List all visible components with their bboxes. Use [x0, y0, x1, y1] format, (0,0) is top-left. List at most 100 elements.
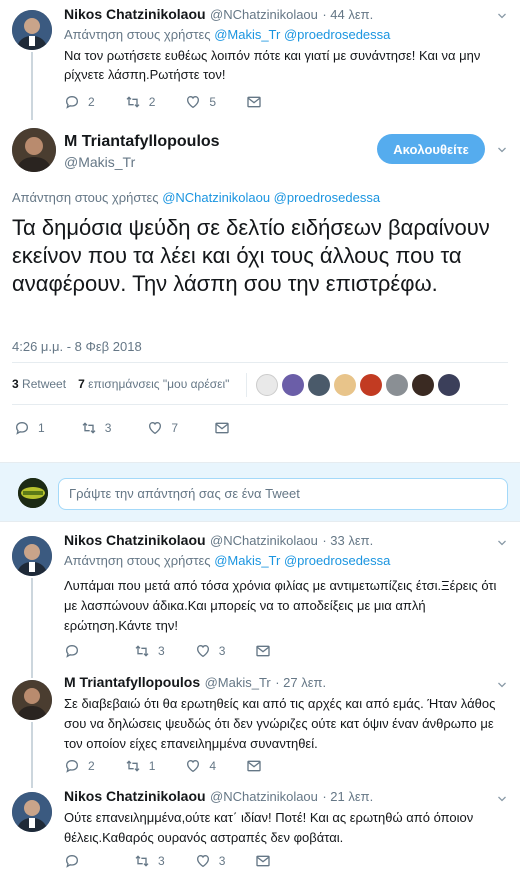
retweet-button[interactable]: 2 — [125, 94, 156, 110]
tweet-timestamp[interactable]: 4:26 μ.μ. - 8 Φεβ 2018 — [12, 339, 142, 354]
tweet-stats: 3 Retweet 7 επισημάνσεις "μου αρέσει" — [12, 377, 229, 391]
author-name[interactable]: Nikos Chatzinikolaou — [64, 532, 206, 548]
author-handle[interactable]: @NChatzinikolaou — [210, 533, 318, 548]
like-button[interactable]: 3 — [195, 643, 226, 659]
author-name[interactable]: Nikos Chatzinikolaou — [64, 788, 206, 804]
author-handle[interactable]: @Makis_Tr — [64, 154, 135, 170]
like-count: 4 — [209, 759, 217, 773]
liker-avatar[interactable] — [334, 374, 356, 396]
envelope-icon — [246, 94, 262, 110]
tweet-time[interactable]: · 44 λεπ. — [322, 7, 373, 22]
tweet-time[interactable]: · 27 λεπ. — [275, 675, 326, 690]
chevron-down-icon[interactable] — [496, 10, 508, 22]
reply-button[interactable]: 2 — [64, 758, 95, 774]
reply-button[interactable] — [64, 853, 88, 869]
likes-stat[interactable]: 7 επισημάνσεις "μου αρέσει" — [78, 377, 229, 391]
retweet-count: 3 — [104, 421, 112, 435]
retweet-button[interactable]: 3 — [134, 643, 165, 659]
dm-button[interactable] — [255, 643, 279, 659]
heart-icon — [195, 853, 211, 869]
likes-stat-count: 7 — [78, 377, 85, 391]
reply-button[interactable]: 2 — [64, 94, 95, 110]
follow-button[interactable]: Ακολουθείτε — [377, 134, 485, 164]
dm-button[interactable] — [255, 853, 279, 869]
tweet-header: Nikos Chatzinikolaou @NChatzinikolaou · … — [64, 6, 373, 24]
tweet-header: Nikos Chatzinikolaou @NChatzinikolaou · … — [64, 532, 373, 550]
thread-line — [31, 52, 33, 120]
retweet-count: 3 — [158, 644, 165, 658]
retweet-icon — [125, 758, 141, 774]
dm-button[interactable] — [246, 94, 270, 110]
retweet-icon — [134, 643, 150, 659]
author-name[interactable]: M Triantafyllopoulos — [64, 674, 200, 690]
envelope-icon — [214, 420, 230, 436]
chevron-down-icon[interactable] — [496, 793, 508, 805]
reply-users[interactable]: @Makis_Tr @proedrosedessa — [214, 27, 390, 42]
liker-avatar[interactable] — [386, 374, 408, 396]
author-name[interactable]: M Triantafyllopoulos — [64, 133, 220, 151]
tweet-text: Τα δημόσια ψεύδη σε δελτίο ειδήσεων βαρα… — [12, 215, 490, 296]
reply-icon — [64, 94, 80, 110]
reply-to-line: Απάντηση στους χρήστες @Makis_Tr @proedr… — [64, 27, 390, 42]
tweet-text: Ούτε επανειλημμένα,ούτε κατ΄ ιδίαν! Ποτέ… — [64, 810, 474, 845]
liker-avatar[interactable] — [308, 374, 330, 396]
reply-users[interactable]: @NChatzinikolaou @proedrosedessa — [162, 190, 380, 205]
chevron-down-icon[interactable] — [496, 679, 508, 691]
envelope-icon — [246, 758, 262, 774]
liker-avatar[interactable] — [360, 374, 382, 396]
retweet-count: 2 — [148, 95, 156, 109]
reply-prefix: Απάντηση στους χρήστες — [64, 553, 211, 568]
liker-avatar[interactable] — [412, 374, 434, 396]
divider-vertical — [246, 373, 247, 397]
avatar[interactable] — [12, 10, 52, 50]
envelope-icon — [255, 853, 271, 869]
reply-users[interactable]: @Makis_Tr @proedrosedessa — [214, 553, 390, 568]
reply-icon — [64, 643, 80, 659]
tweet-actions: 3 3 — [64, 643, 309, 659]
liker-avatar[interactable] — [438, 374, 460, 396]
tweet-header: M Triantafyllopoulos @Makis_Tr · 27 λεπ. — [64, 674, 326, 692]
tweet-time[interactable]: · 33 λεπ. — [322, 533, 373, 548]
heart-icon — [185, 758, 201, 774]
reply-button[interactable] — [64, 643, 88, 659]
heart-icon — [147, 420, 163, 436]
tweet-text: Να τον ρωτήσετε ευθέως λοιπόν πότε και γ… — [64, 48, 481, 82]
chevron-down-icon[interactable] — [496, 537, 508, 549]
chevron-down-icon[interactable] — [496, 144, 508, 156]
likers-avatars — [256, 374, 460, 396]
dm-button[interactable] — [214, 420, 238, 436]
avatar[interactable] — [12, 792, 52, 832]
heart-icon — [195, 643, 211, 659]
thread-line — [31, 722, 33, 788]
tweet-actions: 2 1 4 — [64, 758, 300, 774]
author-handle[interactable]: @NChatzinikolaou — [210, 789, 318, 804]
like-count: 5 — [209, 95, 217, 109]
like-count: 7 — [171, 421, 179, 435]
tweet-actions: 2 2 5 — [64, 94, 300, 110]
thread-line — [31, 578, 33, 678]
dm-button[interactable] — [246, 758, 270, 774]
retweet-button[interactable]: 3 — [134, 853, 165, 869]
like-button[interactable]: 3 — [195, 853, 225, 869]
heart-icon — [185, 94, 201, 110]
author-handle[interactable]: @NChatzinikolaou — [210, 7, 318, 22]
tweet-text: Σε διαβεβαιώ ότι θα ερωτηθείς και από τι… — [64, 696, 496, 751]
like-button[interactable]: 7 — [147, 420, 178, 436]
avatar[interactable] — [12, 680, 52, 720]
like-button[interactable]: 4 — [185, 758, 216, 774]
reply-button[interactable]: 1 — [14, 420, 45, 436]
liker-avatar[interactable] — [256, 374, 278, 396]
author-handle[interactable]: @Makis_Tr — [205, 675, 271, 690]
like-button[interactable]: 5 — [185, 94, 216, 110]
retweet-button[interactable]: 1 — [125, 758, 155, 774]
liker-avatar[interactable] — [282, 374, 304, 396]
reply-input[interactable]: Γράψτε την απάντησή σας σε ένα Tweet — [58, 478, 508, 510]
like-count: 3 — [218, 644, 226, 658]
avatar[interactable] — [12, 536, 52, 576]
author-name[interactable]: Nikos Chatzinikolaou — [64, 6, 206, 22]
retweet-button[interactable]: 3 — [81, 420, 112, 436]
retweet-stat-label: Retweet — [22, 377, 67, 391]
retweet-stat[interactable]: 3 Retweet — [12, 377, 66, 391]
avatar[interactable] — [12, 128, 56, 172]
tweet-time[interactable]: · 21 λεπ. — [322, 789, 373, 804]
